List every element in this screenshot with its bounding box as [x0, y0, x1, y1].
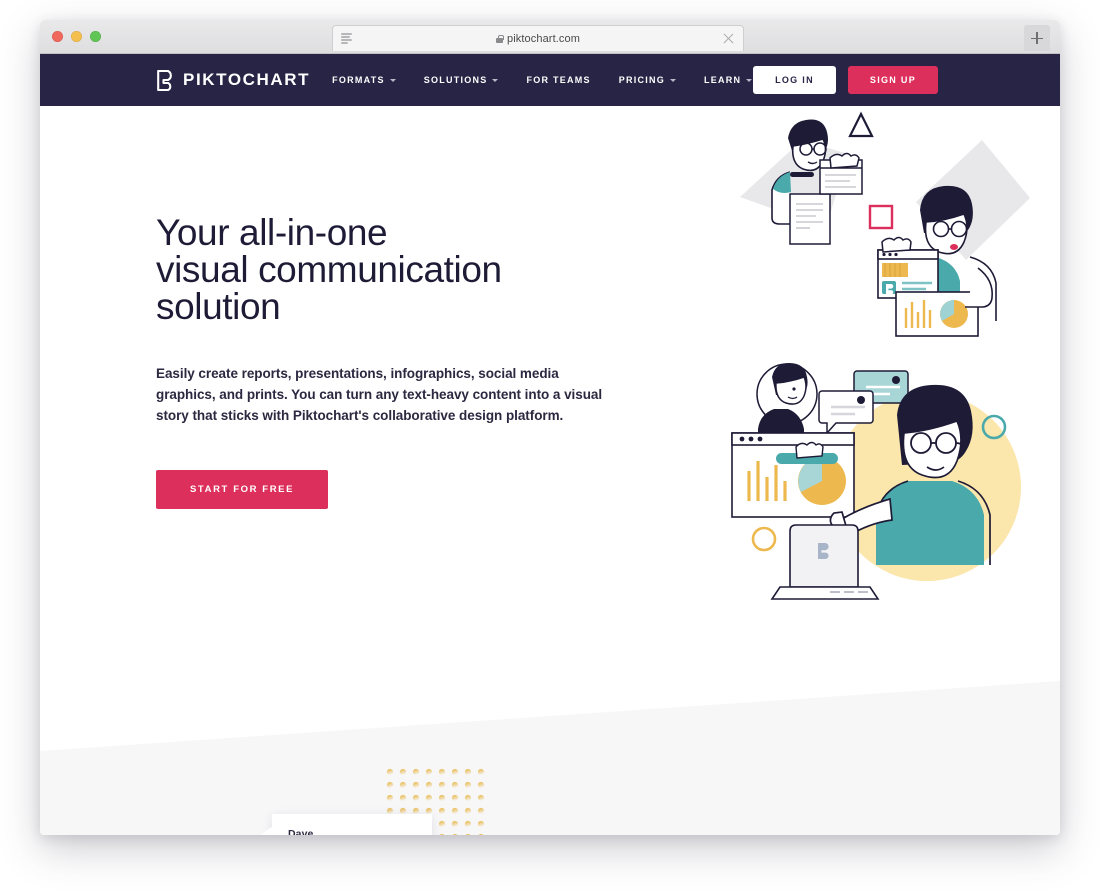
page-viewport: Your all-in-one visual communication sol… [40, 106, 1060, 835]
window-controls [52, 31, 101, 42]
chevron-down-icon [389, 78, 396, 82]
nav-item-for-teams[interactable]: FOR TEAMS [526, 75, 590, 85]
hero-title-line-2: visual communication [156, 249, 502, 290]
minimize-window-button[interactable] [71, 31, 82, 42]
hero-title-line-3: solution [156, 286, 281, 327]
document-lines-favicon [341, 33, 353, 44]
close-window-button[interactable] [52, 31, 63, 42]
nav-item-label: SOLUTIONS [423, 75, 488, 85]
nav-item-label: PRICING [618, 75, 665, 85]
nav-item-formats[interactable]: FORMATS [332, 75, 396, 85]
browser-tab[interactable]: piktochart.com [332, 25, 744, 51]
tab-title-wrap: piktochart.com [333, 33, 743, 45]
nav-item-label: LEARN [704, 75, 742, 85]
browser-window: piktochart.com PIKTOCHART FORMATS SOLUTI… [40, 20, 1060, 835]
hero-subtitle: Easily create reports, presentations, in… [156, 366, 603, 423]
nav-item-learn[interactable]: LEARN [704, 75, 753, 85]
start-for-free-button[interactable]: START FOR FREE [156, 469, 329, 509]
log-in-button[interactable]: LOG IN [753, 66, 836, 94]
browser-titlebar: piktochart.com [40, 20, 1060, 54]
nav-item-label: FORMATS [332, 75, 385, 85]
lock-icon [496, 34, 504, 43]
logo-text: PIKTOCHART [183, 70, 311, 89]
close-icon[interactable] [722, 32, 735, 45]
site-navigation: PIKTOCHART FORMATS SOLUTIONS FOR TEAMS P… [40, 54, 1060, 106]
comment-card[interactable]: Dave 30 mins ago Can this header be a li… [262, 814, 432, 835]
maximize-window-button[interactable] [90, 31, 101, 42]
chevron-down-icon [746, 78, 753, 82]
page-title: Your all-in-one visual communication sol… [156, 214, 626, 325]
nav-item-pricing[interactable]: PRICING [619, 75, 676, 85]
woman-at-laptop-with-charts-illustration [731, 363, 1021, 600]
chevron-down-icon [492, 78, 499, 82]
page-root: piktochart.com PIKTOCHART FORMATS SOLUTI… [0, 0, 1100, 894]
two-people-with-documents-illustration [740, 111, 1030, 337]
logo[interactable]: PIKTOCHART [156, 69, 311, 91]
tab-title: piktochart.com [507, 32, 580, 45]
nav-actions: LOG IN SIGN UP [753, 66, 938, 94]
sign-up-button[interactable]: SIGN UP [847, 66, 938, 94]
nav-item-label: FOR TEAMS [526, 75, 591, 85]
comment-author: Dave [288, 828, 314, 835]
nav-item-solutions[interactable]: SOLUTIONS [424, 75, 499, 85]
new-tab-button[interactable] [1024, 25, 1050, 51]
nav-links: FORMATS SOLUTIONS FOR TEAMS PRICING LEAR… [332, 75, 753, 85]
piktochart-p-logo-icon [157, 69, 172, 91]
hero-copy: Your all-in-one visual communication sol… [156, 214, 626, 509]
hero-title-line-1: Your all-in-one [156, 212, 388, 253]
hero-section: Your all-in-one visual communication sol… [40, 106, 1060, 616]
chevron-down-icon [670, 78, 676, 82]
